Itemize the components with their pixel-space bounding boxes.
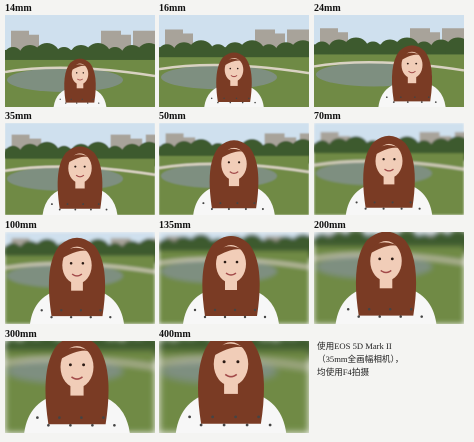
- portrait-photo: [314, 123, 464, 215]
- photo-scene: [5, 232, 155, 324]
- camera-note: 使用EOS 5D Mark II （35mm全画幅相机）， 均使用F4拍摄: [317, 340, 467, 379]
- note-line-camera: 使用EOS 5D Mark II: [317, 341, 392, 351]
- portrait-photo: [5, 232, 155, 324]
- focal-length-label: 400mm: [159, 329, 191, 340]
- photo-scene: [159, 123, 309, 215]
- photo-scene: [159, 232, 309, 324]
- portrait-photo: [314, 15, 464, 107]
- focal-length-label: 24mm: [314, 3, 341, 14]
- photo-scene: [159, 15, 309, 107]
- note-line-format: （35mm全画幅相机），: [317, 354, 404, 364]
- portrait-photo: [314, 232, 464, 324]
- portrait-photo: [159, 341, 309, 433]
- portrait-photo: [5, 15, 155, 107]
- portrait-photo: [159, 232, 309, 324]
- photo-scene: [314, 15, 464, 107]
- portrait-photo: [5, 123, 155, 215]
- focal-length-label: 35mm: [5, 111, 32, 122]
- photo-scene: [314, 123, 464, 215]
- focal-length-label: 50mm: [159, 111, 186, 122]
- photo-scene: [5, 123, 155, 215]
- photo-scene: [314, 232, 464, 324]
- portrait-photo: [159, 123, 309, 215]
- focal-length-label: 100mm: [5, 220, 37, 231]
- photo-scene: [5, 341, 155, 433]
- photo-scene: [159, 341, 309, 433]
- focal-length-label: 16mm: [159, 3, 186, 14]
- photo-scene: [5, 15, 155, 107]
- note-line-aperture: 均使用F4拍摄: [317, 367, 370, 377]
- portrait-photo: [5, 341, 155, 433]
- focal-length-label: 14mm: [5, 3, 32, 14]
- portrait-photo: [159, 15, 309, 107]
- focal-length-label: 135mm: [159, 220, 191, 231]
- focal-length-label: 200mm: [314, 220, 346, 231]
- focal-length-label: 300mm: [5, 329, 37, 340]
- focal-length-label: 70mm: [314, 111, 341, 122]
